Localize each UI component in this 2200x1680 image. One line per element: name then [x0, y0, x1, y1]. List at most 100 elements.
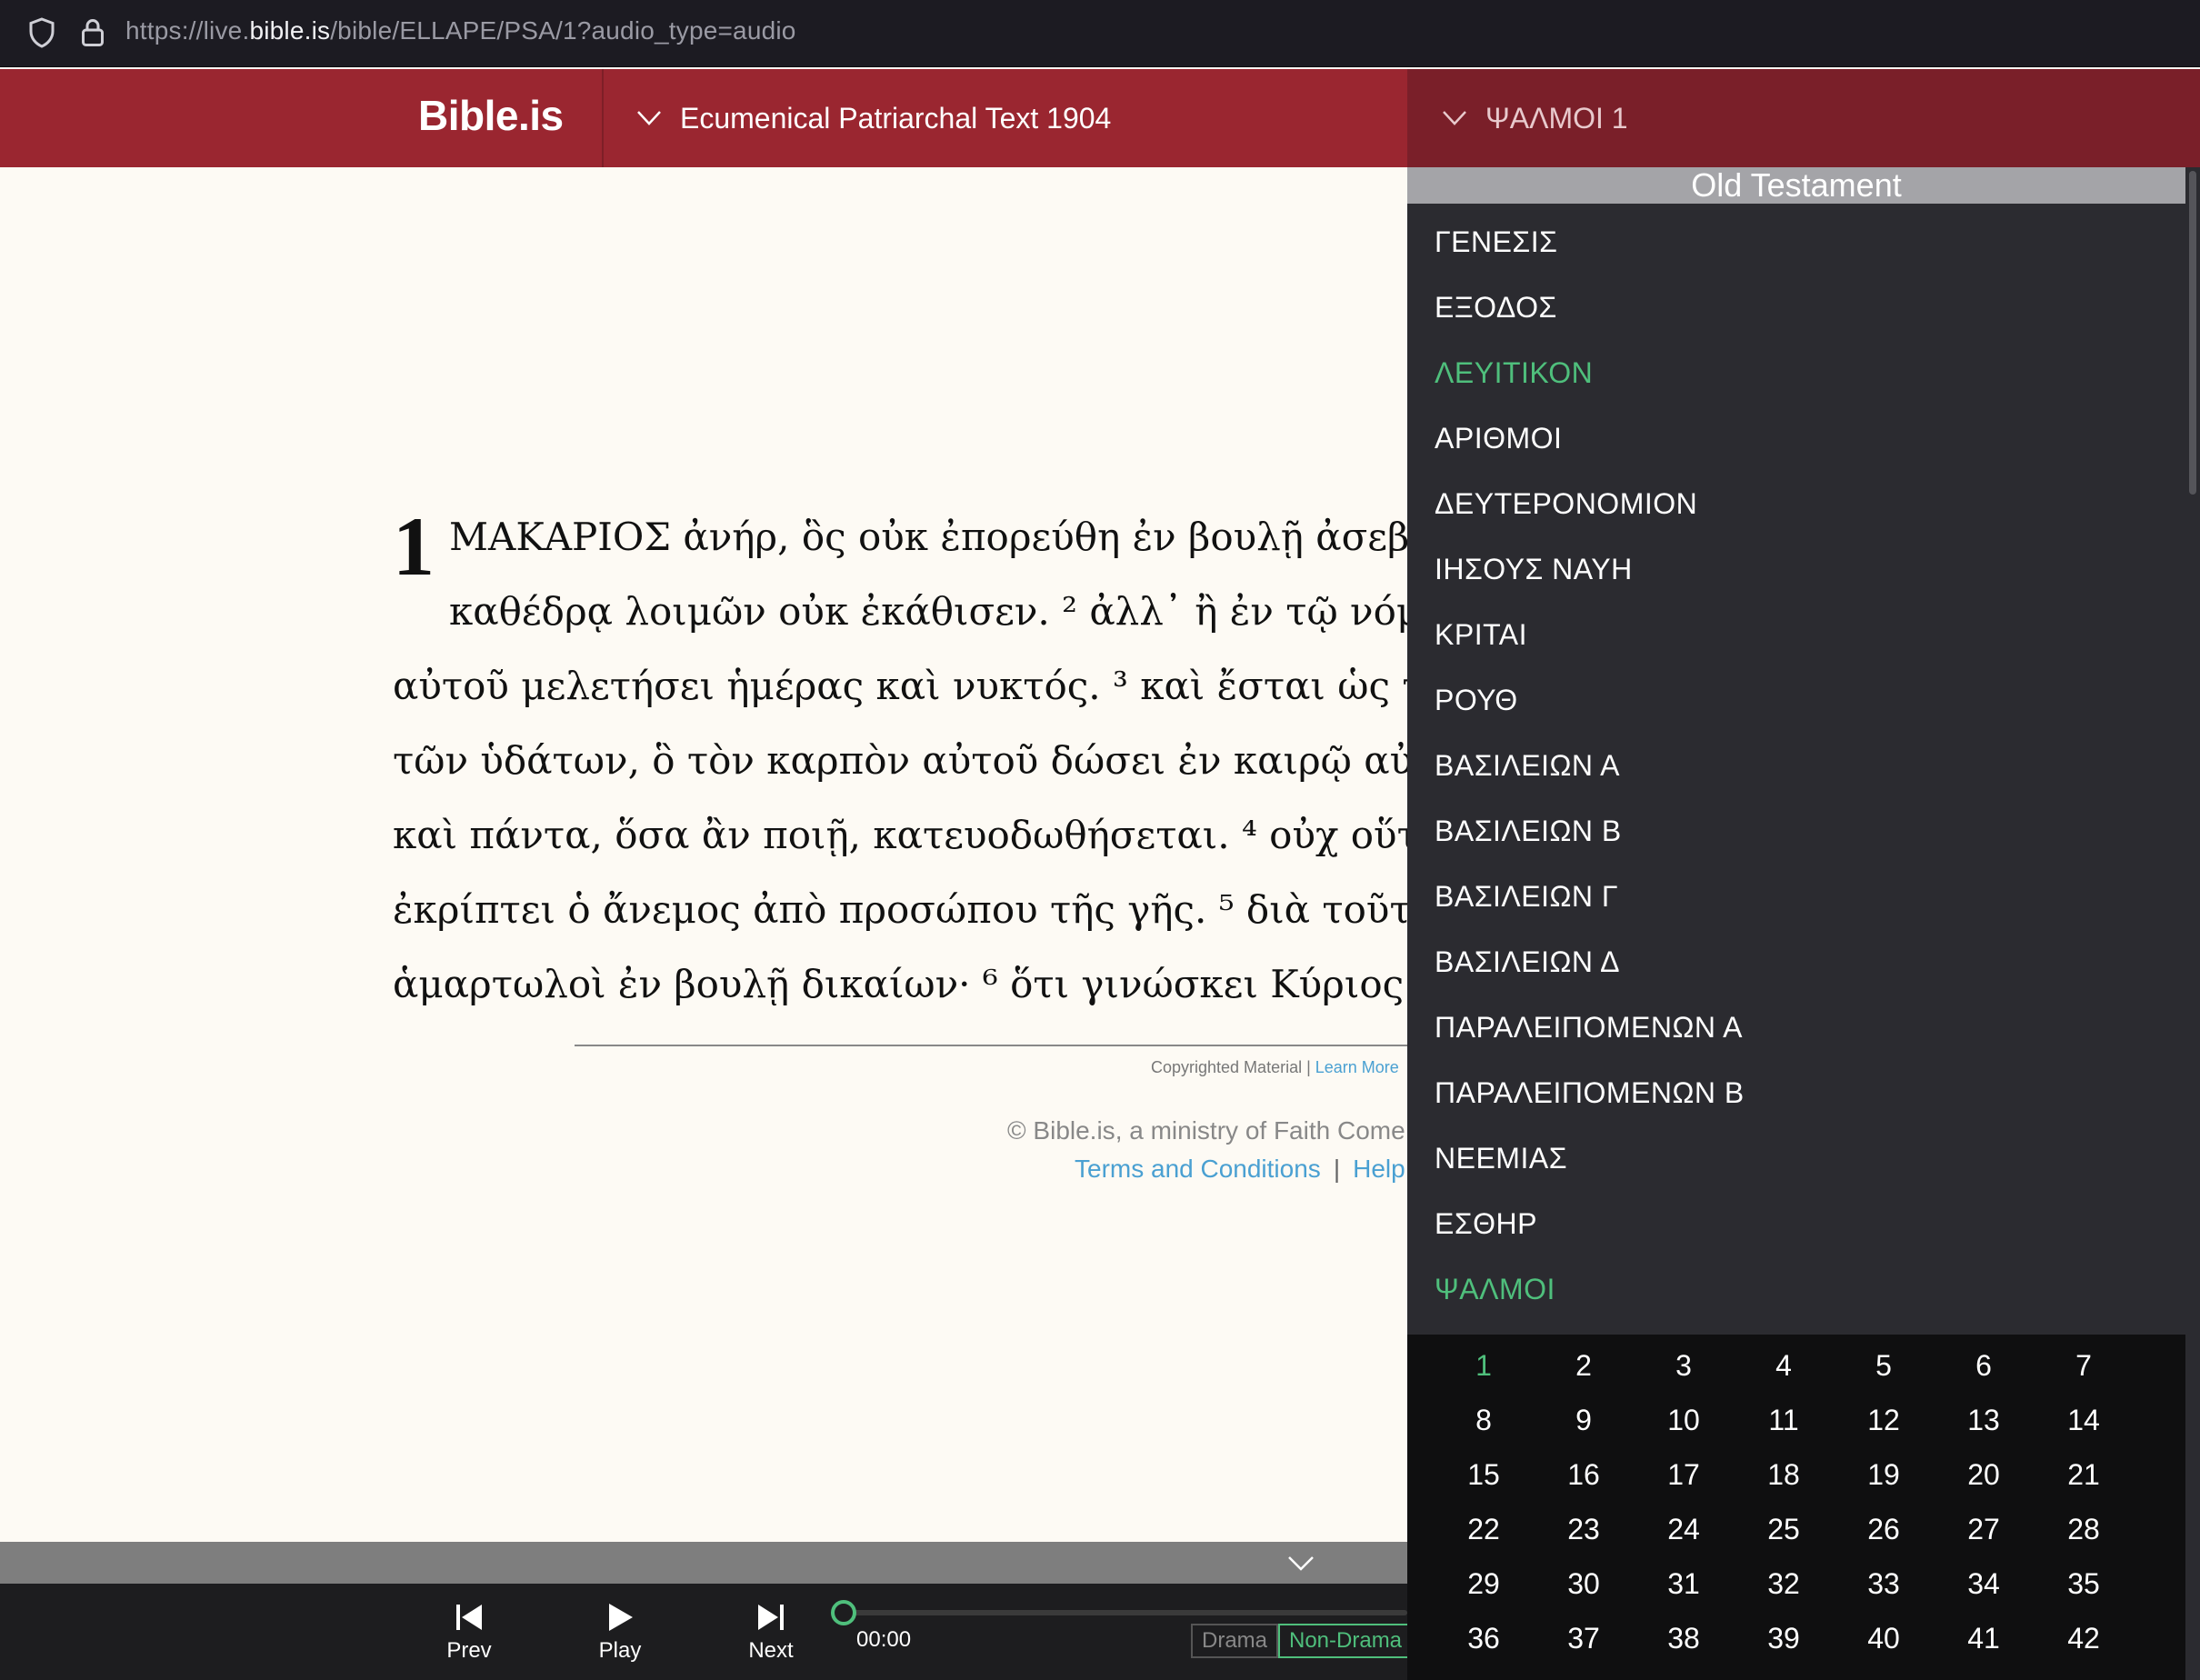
book-item[interactable]: ΕΞΟΔΟΣ: [1435, 291, 1557, 325]
drama-toggle[interactable]: Drama: [1191, 1624, 1279, 1658]
chapter-item[interactable]: 36: [1447, 1622, 1520, 1655]
player-collapse-bar[interactable]: [0, 1542, 1407, 1584]
chapter-item[interactable]: 29: [1447, 1567, 1520, 1601]
verse-line: καθέδρᾳ λοιμῶν οὐκ ἐκάθισεν. ² ἀλλ᾽ ἢ ἐν…: [449, 589, 1407, 634]
chapter-item[interactable]: 7: [2047, 1349, 2120, 1383]
verse-line: τῶν ὑδάτων, ὃ τὸν καρπὸν αὐτοῦ δώσει ἐν …: [393, 738, 1407, 783]
faith-comes-link[interactable]: Faith Come: [1274, 1116, 1405, 1145]
book-item[interactable]: ΒΑΣΙΛΕΙΩΝ Γ: [1435, 880, 1618, 914]
chapter-item[interactable]: 39: [1747, 1622, 1820, 1655]
chapter-item[interactable]: 4: [1747, 1349, 1820, 1383]
testament-heading[interactable]: Old Testament: [1407, 167, 2185, 204]
chapter-item[interactable]: 17: [1647, 1458, 1720, 1492]
play-button[interactable]: Play: [575, 1602, 665, 1675]
book-item[interactable]: ΒΑΣΙΛΕΙΩΝ Β: [1435, 815, 1622, 848]
chapter-item[interactable]: 9: [1547, 1404, 1620, 1437]
url-domain: bible.is: [249, 16, 331, 45]
book-item[interactable]: ΠΑΡΑΛΕΙΠΟΜΕΝΩΝ Β: [1435, 1076, 1745, 1110]
chapter-item[interactable]: 23: [1547, 1513, 1620, 1546]
book-item[interactable]: ΕΣΘΗΡ: [1435, 1207, 1537, 1241]
book-item[interactable]: ΛΕΥΙΤΙΚΟΝ: [1435, 356, 1593, 390]
progress-handle[interactable]: [831, 1600, 856, 1625]
chapter-item[interactable]: 16: [1547, 1458, 1620, 1492]
play-label: Play: [598, 1638, 642, 1663]
prev-button[interactable]: Prev: [424, 1602, 515, 1675]
chapter-item[interactable]: 13: [1947, 1404, 2020, 1437]
chapter-item[interactable]: 32: [1747, 1567, 1820, 1601]
chapter-item[interactable]: 37: [1547, 1622, 1620, 1655]
book-item[interactable]: ΠΑΡΑΛΕΙΠΟΜΕΝΩΝ Α: [1435, 1011, 1743, 1045]
chapter-item[interactable]: 31: [1647, 1567, 1720, 1601]
url-field[interactable]: https://live.bible.is/bible/ELLAPE/PSA/1…: [125, 16, 796, 45]
lock-icon[interactable]: [76, 16, 109, 49]
chapter-item[interactable]: 15: [1447, 1458, 1520, 1492]
reading-pane: 1 ΜΑΚΑΡΙΟΣ ἀνήρ, ὃς οὐκ ἐπορεύθη ἐν βουλ…: [0, 167, 1407, 1542]
chapter-item[interactable]: 34: [1947, 1567, 2020, 1601]
chapter-item[interactable]: 10: [1647, 1404, 1720, 1437]
logo-text: Bible.is: [418, 92, 564, 139]
footer-links: Terms and Conditions | Help: [1075, 1155, 1405, 1184]
progress-track[interactable]: [844, 1610, 1407, 1615]
terms-link[interactable]: Terms and Conditions: [1075, 1155, 1321, 1183]
chapter-item[interactable]: 2: [1547, 1349, 1620, 1383]
chapter-item[interactable]: 25: [1747, 1513, 1820, 1546]
bibleis-logo[interactable]: Bible.is: [418, 91, 564, 140]
non-drama-toggle[interactable]: Non-Drama: [1278, 1624, 1414, 1658]
browser-address-bar: https://live.bible.is/bible/ELLAPE/PSA/1…: [0, 0, 2200, 67]
book-item[interactable]: ΔΕΥΤΕΡΟΝΟΜΙΟΝ: [1435, 487, 1697, 521]
chapter-item[interactable]: 3: [1647, 1349, 1720, 1383]
verse-line: ΜΑΚΑΡΙΟΣ ἀνήρ, ὃς οὐκ ἐπορεύθη ἐν βουλῇ …: [449, 515, 1407, 559]
book-item[interactable]: ΨΑΛΜΟΙ: [1435, 1273, 1555, 1306]
book-item[interactable]: ΑΡΙΘΜΟΙ: [1435, 422, 1562, 455]
chapter-item[interactable]: 26: [1847, 1513, 1920, 1546]
prev-label: Prev: [446, 1638, 492, 1663]
chevron-down-icon: [1443, 111, 1466, 125]
chevron-down-icon[interactable]: [1287, 1555, 1315, 1573]
skip-back-icon: [456, 1605, 482, 1630]
chapter-item[interactable]: 30: [1547, 1567, 1620, 1601]
chapter-item[interactable]: 35: [2047, 1567, 2120, 1601]
footer-ministry: © Bible.is, a ministry of Faith Come: [1007, 1116, 1405, 1145]
chapter-item[interactable]: 8: [1447, 1404, 1520, 1437]
chapter-item[interactable]: 40: [1847, 1622, 1920, 1655]
app-root: { "browser": { "url_prefix": "https://li…: [0, 0, 2200, 1680]
chapter-item[interactable]: 41: [1947, 1622, 2020, 1655]
scrollbar-thumb[interactable]: [2189, 171, 2196, 495]
copyright-divider: [575, 1045, 1407, 1046]
chapter-item[interactable]: 11: [1747, 1404, 1820, 1437]
book-item[interactable]: ΒΑΣΙΛΕΙΩΝ Δ: [1435, 945, 1620, 979]
chapter-item[interactable]: 6: [1947, 1349, 2020, 1383]
version-selector[interactable]: Ecumenical Patriarchal Text 1904: [636, 91, 1111, 145]
shield-icon[interactable]: [25, 16, 58, 49]
chapter-item[interactable]: 5: [1847, 1349, 1920, 1383]
next-label: Next: [748, 1638, 794, 1663]
chapter-item[interactable]: 42: [2047, 1622, 2120, 1655]
chapter-item[interactable]: 28: [2047, 1513, 2120, 1546]
book-item[interactable]: ΓΕΝΕΣΙΣ: [1435, 225, 1557, 259]
next-button[interactable]: Next: [725, 1602, 816, 1675]
bibleis-link[interactable]: Bible.is: [1033, 1116, 1115, 1145]
chapter-item[interactable]: 33: [1847, 1567, 1920, 1601]
help-link[interactable]: Help: [1353, 1155, 1405, 1183]
chapter-item[interactable]: 18: [1747, 1458, 1820, 1492]
chapter-item[interactable]: 38: [1647, 1622, 1720, 1655]
chapter-item[interactable]: 20: [1947, 1458, 2020, 1492]
chapter-item[interactable]: 21: [2047, 1458, 2120, 1492]
book-item[interactable]: ΒΑΣΙΛΕΙΩΝ Α: [1435, 749, 1620, 783]
url-path: /bible/ELLAPE/PSA/1?audio_type=audio: [330, 16, 796, 45]
book-item[interactable]: ΙΗΣΟΥΣ ΝΑΥΗ: [1435, 553, 1633, 586]
chapter-item[interactable]: 19: [1847, 1458, 1920, 1492]
book-item[interactable]: ΚΡΙΤΑΙ: [1435, 618, 1527, 652]
book-item[interactable]: ΡΟΥΘ: [1435, 684, 1518, 717]
learn-more-link[interactable]: Learn More: [1315, 1058, 1399, 1076]
chapter-item[interactable]: 12: [1847, 1404, 1920, 1437]
header-divider: [602, 69, 604, 167]
chapter-item[interactable]: 27: [1947, 1513, 2020, 1546]
chapter-item[interactable]: 24: [1647, 1513, 1720, 1546]
chapter-item[interactable]: 22: [1447, 1513, 1520, 1546]
chapter-number: 1: [393, 500, 435, 593]
book-item[interactable]: ΝΕΕΜΙΑΣ: [1435, 1142, 1567, 1175]
chapter-item[interactable]: 14: [2047, 1404, 2120, 1437]
chapter-item[interactable]: 1: [1447, 1349, 1520, 1383]
book-chooser-toggle[interactable]: ΨΑΛΜΟΙ 1: [1442, 91, 1628, 145]
